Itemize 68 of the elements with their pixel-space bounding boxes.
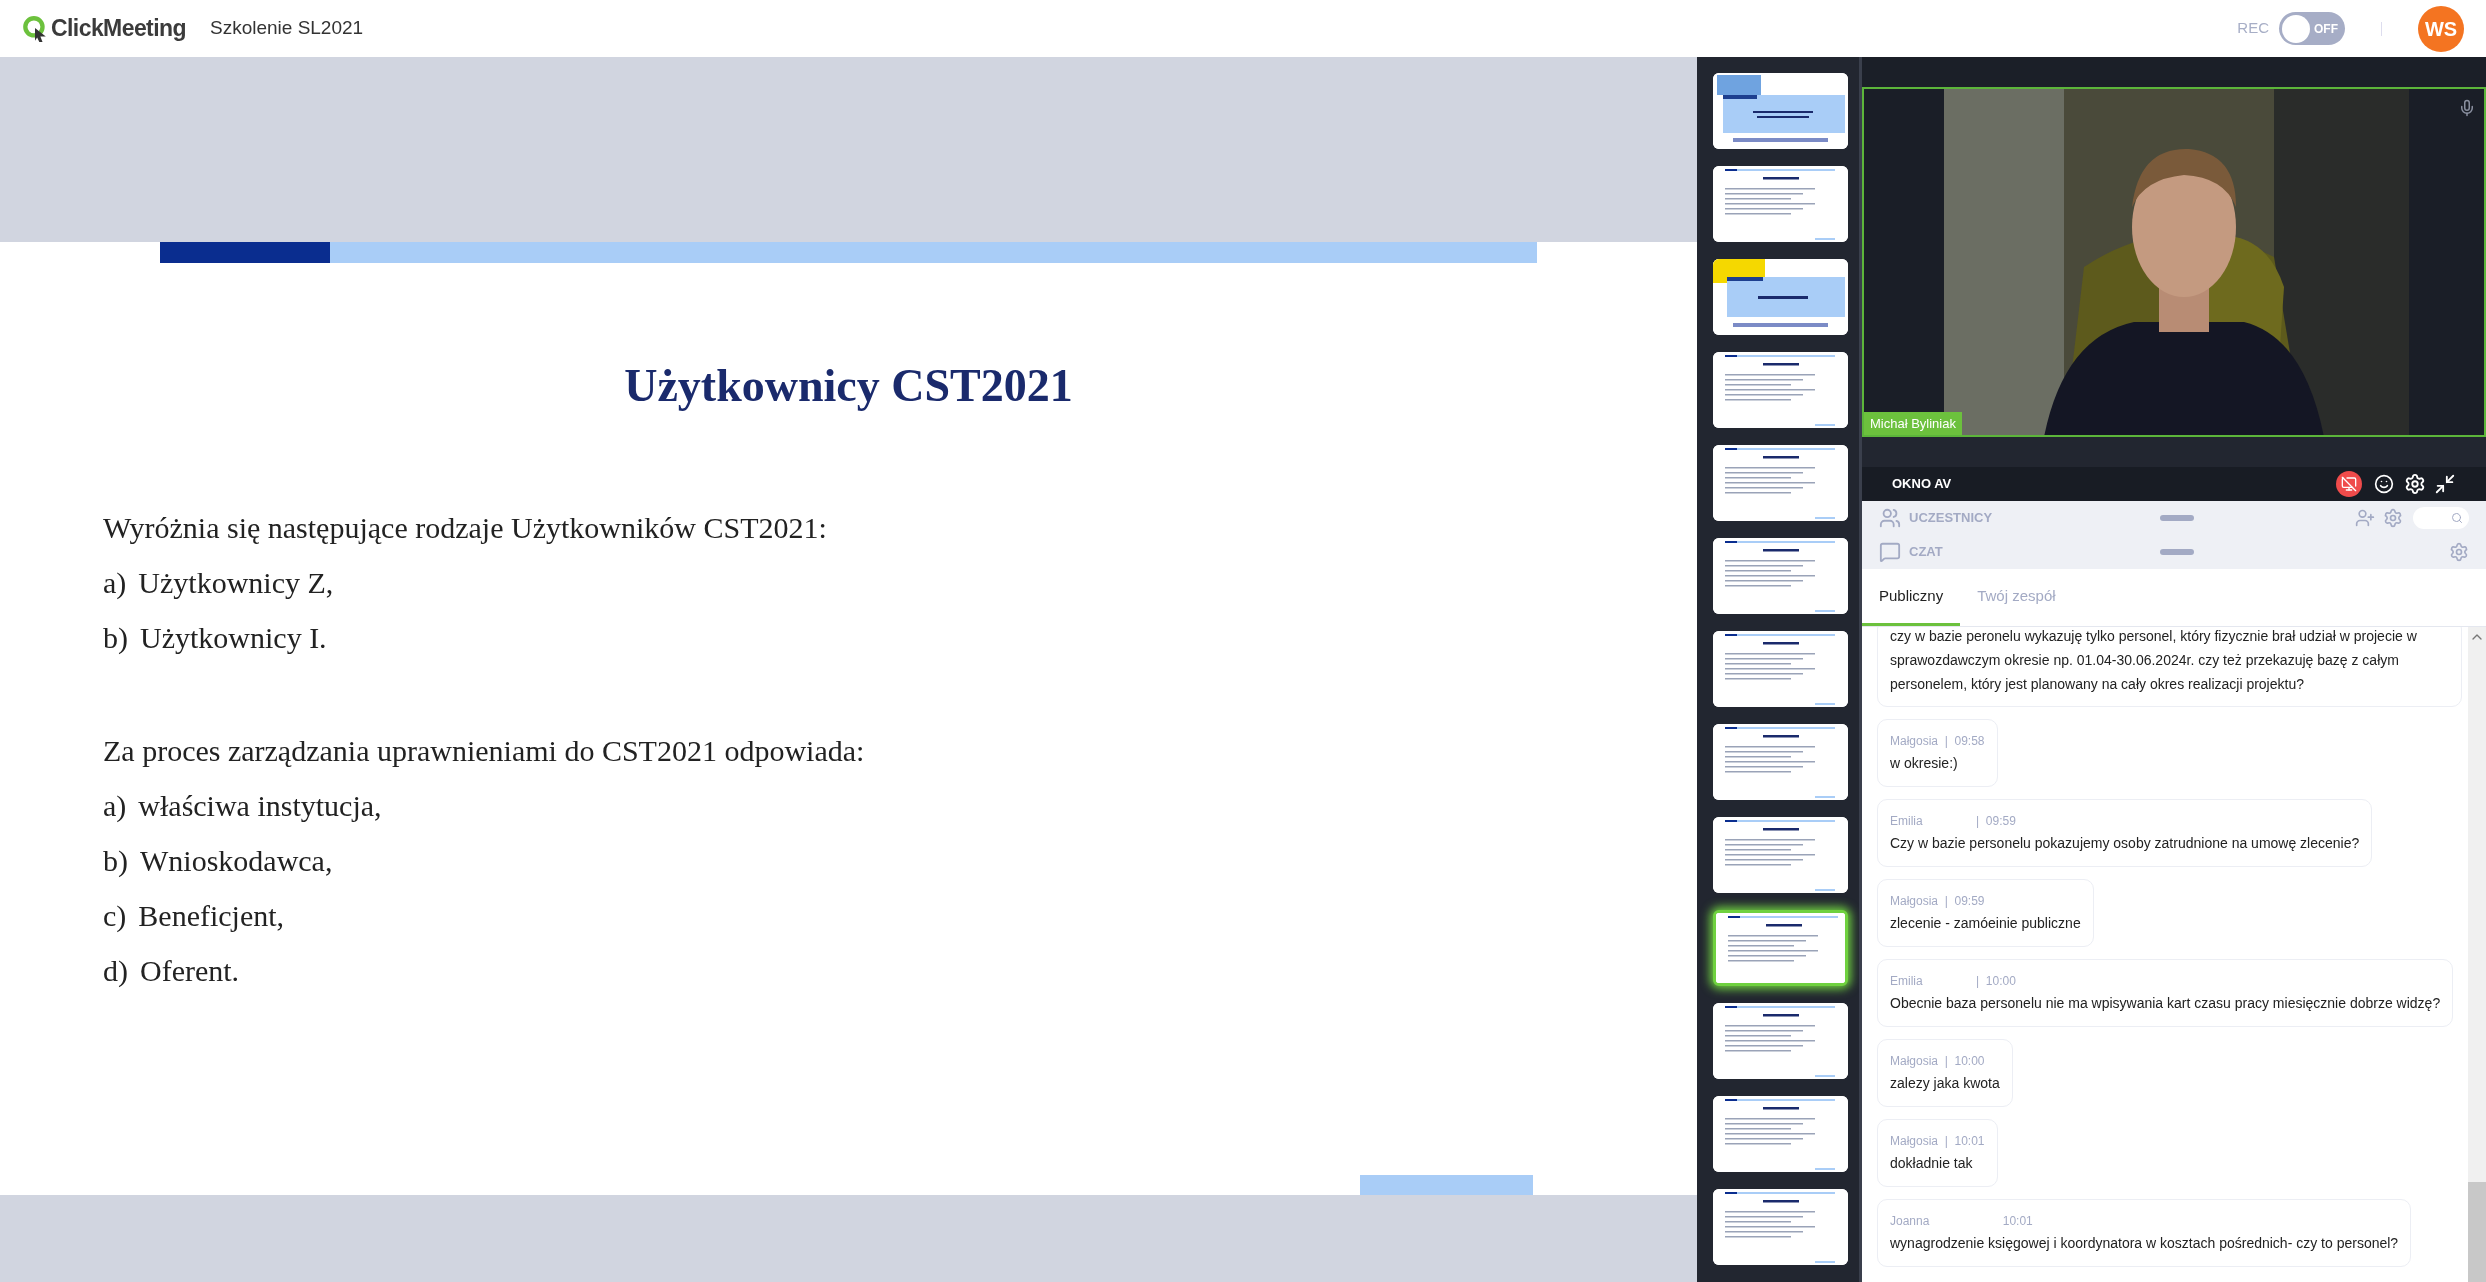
- slide-thumbnail[interactable]: [1713, 631, 1848, 707]
- slide-thumbnail[interactable]: [1713, 1003, 1848, 1079]
- message-text: w okresie:): [1890, 754, 1959, 773]
- drag-handle-icon[interactable]: [2160, 515, 2194, 521]
- slide-thumbnail[interactable]: [1713, 445, 1848, 521]
- chat-icon: [1879, 541, 1901, 563]
- meeting-title: Szkolenie SL2021: [209, 16, 364, 41]
- message-meta: Małgosia | 10:01: [1890, 1133, 1985, 1149]
- search-field[interactable]: [2413, 507, 2469, 529]
- list-marker: a): [103, 565, 127, 601]
- slide-thumbnail[interactable]: [1713, 259, 1848, 335]
- participants-header[interactable]: UCZESTNICY: [1862, 501, 2486, 535]
- message-meta: Małgosia | 09:59: [1890, 893, 1986, 909]
- message-meta: Joanna 10:01: [1890, 1213, 2034, 1229]
- logo-icon: [22, 14, 48, 43]
- list-marker: c): [103, 898, 127, 934]
- message-meta: Emilia | 10:00: [1890, 973, 2017, 989]
- message-text: wynagrodzenie księgowej i koordynatora w kosztach pośrednich- czy to personel?: [1890, 1234, 2399, 1253]
- add-user-icon[interactable]: [2355, 508, 2375, 528]
- av-window-title: OKNO AV: [1892, 475, 1952, 494]
- slide-list-item: Użytkownicy Z,: [138, 565, 334, 601]
- list-marker: b): [103, 620, 128, 656]
- message-text: Czy w bazie personelu pokazujemy osoby zatrudnione na umowę zlecenie?: [1890, 834, 2360, 853]
- slide-thumbnail[interactable]: [1713, 352, 1848, 428]
- message-text: czy w bazie peronelu wykazuję tylko personel, który fizycznie brał udział w projecie w sprawozdawczym okresie np. 01.04-30.06.2024r. czy też przekazuję bazę z całym personelem, który jest planowany na cały okres realizacji projektu?: [1890, 627, 2418, 694]
- minimize-icon[interactable]: [2434, 473, 2456, 495]
- slide-thumbnail[interactable]: [1713, 817, 1848, 893]
- chat-tab[interactable]: Twój zespół: [1960, 569, 2073, 626]
- message-text: zalezy jaka kwota: [1890, 1074, 2000, 1093]
- screen-off-button[interactable]: [2336, 471, 2362, 497]
- scrollbar[interactable]: [2468, 627, 2486, 1282]
- list-marker: a): [103, 788, 127, 824]
- chat-title: CZAT: [1909, 543, 1943, 562]
- microphone-icon[interactable]: [2458, 99, 2476, 117]
- drag-handle-icon[interactable]: [2160, 549, 2194, 555]
- slide-thumbnail[interactable]: [1713, 538, 1848, 614]
- rec-label: REC: [2237, 18, 2269, 39]
- list-marker: b): [103, 843, 128, 879]
- slide-title: Użytkownicy CST2021: [623, 359, 1074, 413]
- user-avatar[interactable]: WS: [2418, 5, 2464, 52]
- users-icon: [1879, 507, 1901, 529]
- slide-list-item: Użytkownicy I.: [140, 620, 327, 656]
- chat-header[interactable]: CZAT: [1862, 535, 2486, 569]
- slide-thumbnail[interactable]: [1713, 724, 1848, 800]
- message-meta: Emilia | 09:59: [1890, 813, 2017, 829]
- slide-list-item: Oferent.: [140, 953, 240, 989]
- message-text: zlecenie - zamóeinie publiczne: [1890, 914, 2081, 933]
- rec-toggle[interactable]: OFF: [2279, 12, 2345, 45]
- slide-thumbnail[interactable]: [1713, 1096, 1848, 1172]
- message-text: dokładnie tak: [1890, 1154, 1974, 1173]
- slide-list-item: właściwa instytucja,: [138, 788, 382, 824]
- slide-thumbnail[interactable]: [1713, 1189, 1848, 1265]
- slide-list-item: Wnioskodawca,: [140, 843, 333, 879]
- slide-thumbnail[interactable]: [1713, 166, 1848, 242]
- slide-thumbnail[interactable]: [1713, 73, 1848, 149]
- message-meta: Małgosia | 10:00: [1890, 1053, 1986, 1069]
- scrollbar-thumb[interactable]: [2468, 1182, 2486, 1282]
- slide-list-item: Beneficjent,: [138, 898, 285, 934]
- search-icon: [2451, 512, 2463, 524]
- participants-title: UCZESTNICY: [1909, 509, 1993, 528]
- slide-text: Wyróżnia się następujące rodzaje Użytkowników CST2021:: [103, 510, 828, 546]
- logo-text: ClickMeeting: [51, 14, 186, 44]
- slide-text: Za proces zarządzania uprawnieniami do CST2021 odpowiada:: [103, 733, 866, 769]
- message-text: Obecnie baza personelu nie ma wpisywania kart czasu pracy miesięcznie dobrze widzę?: [1890, 994, 2441, 1013]
- slide-thumbnail[interactable]: [1713, 910, 1848, 986]
- message-meta: Małgosia | 09:58: [1890, 733, 1985, 749]
- list-marker: d): [103, 953, 128, 989]
- participant-name-label: Michał Byliniak: [1864, 411, 1962, 435]
